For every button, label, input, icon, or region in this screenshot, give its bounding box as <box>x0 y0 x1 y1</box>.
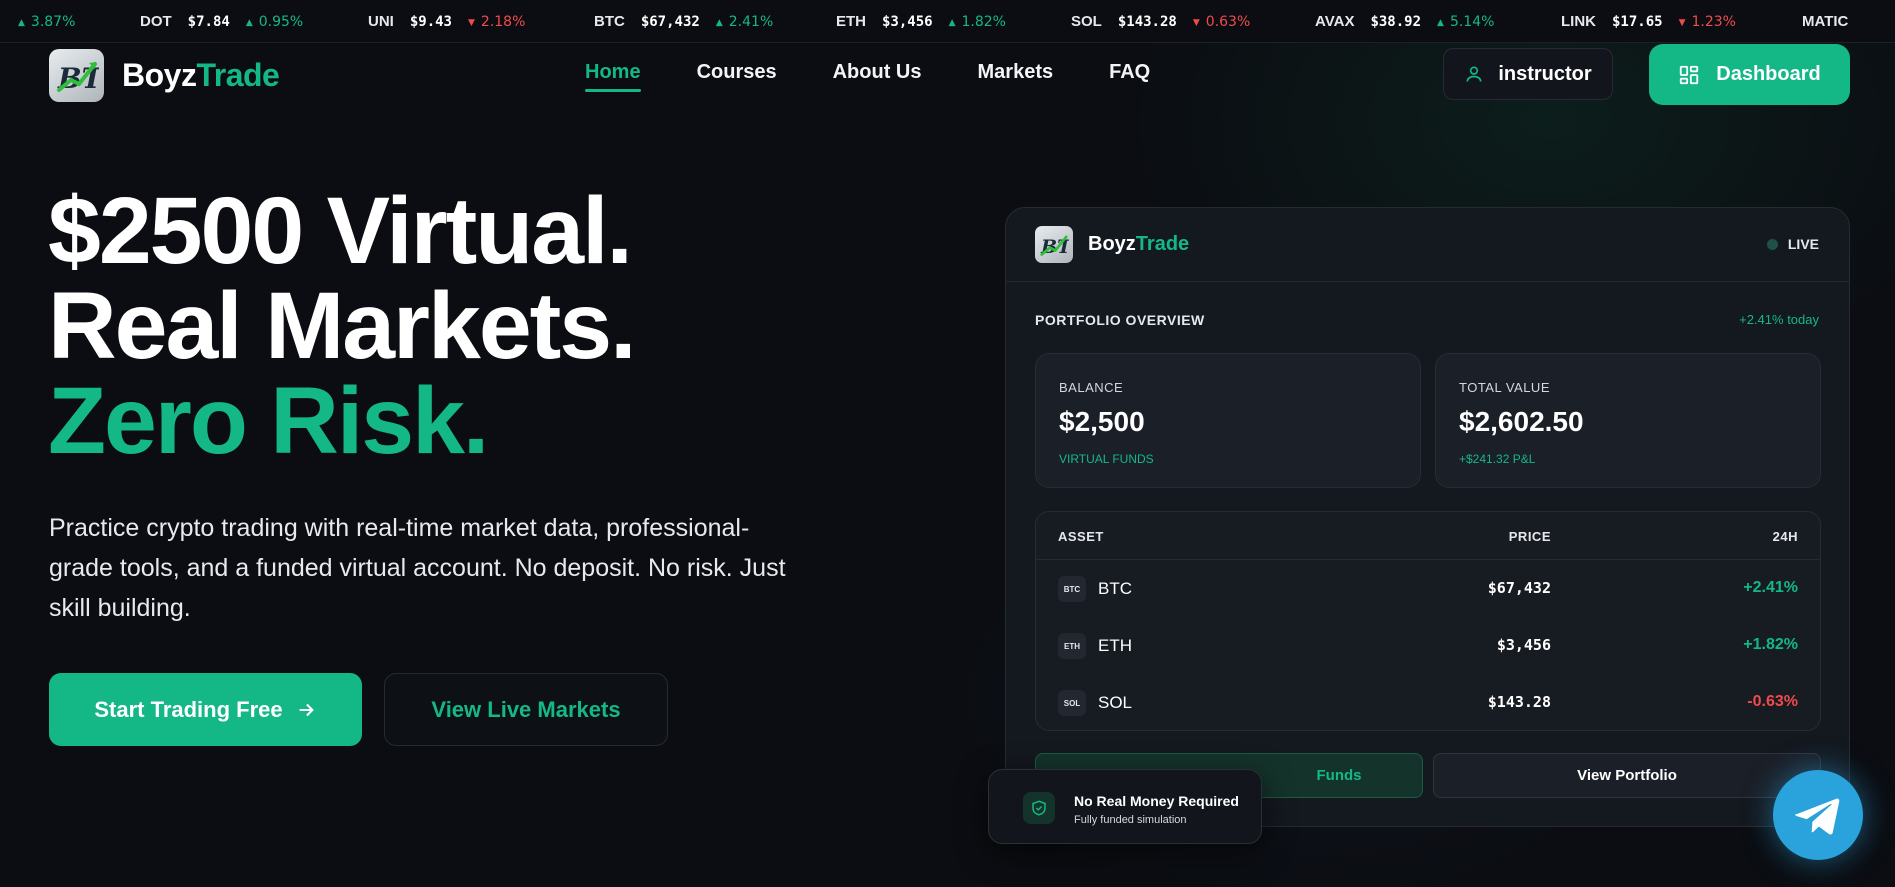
nav-about-us[interactable]: About Us <box>833 61 922 90</box>
telegram-button[interactable] <box>1773 770 1863 860</box>
hero-subtitle: Practice crypto trading with real-time m… <box>49 514 786 622</box>
asset-table: ASSET PRICE 24H BTC BTC $67,432 +2.41% E… <box>1035 511 1821 731</box>
hero-line-3: Zero Risk. <box>48 368 489 474</box>
ticker-item: MATIC <box>1802 13 1849 30</box>
logo-mark-icon: BT <box>1035 226 1073 263</box>
nav-faq[interactable]: FAQ <box>1109 61 1150 90</box>
brand-logo[interactable]: BT BoyzTrade <box>49 49 280 102</box>
coin-badge: BTC <box>1058 576 1086 602</box>
nav-links: Home Courses About Us Markets FAQ <box>585 61 1206 92</box>
hero-headline: $2500 Virtual. Real Markets. Zero Risk. <box>48 178 637 474</box>
ticker-item: BTC $67,432 ▲ 2.41% <box>594 13 774 30</box>
live-dot-icon <box>1766 238 1778 250</box>
grid-icon <box>1680 65 1699 84</box>
portfolio-preview-card: BT BoyzTrade LIVE PORTFOLIO OVERVIEW +2.… <box>1005 207 1850 827</box>
table-row[interactable]: SOL SOL $143.28 -0.63% <box>1036 674 1820 730</box>
table-row[interactable]: BTC BTC $67,432 +2.41% <box>1036 560 1820 616</box>
user-account-button[interactable]: instructor <box>1443 48 1613 100</box>
ticker-item: ▲ 3.87% <box>18 13 76 30</box>
user-icon <box>1466 66 1482 82</box>
ticker-item: DOT $7.84 ▲ 0.95% <box>140 13 304 30</box>
start-trading-label: Start Trading Free <box>94 696 283 722</box>
dashboard-button[interactable]: Dashboard <box>1649 44 1850 105</box>
logo-mark-icon: BT <box>49 49 104 102</box>
toast-subtitle: Fully funded simulation <box>1074 814 1187 826</box>
no-real-money-toast: No Real Money Required Fully funded simu… <box>988 769 1262 844</box>
card-brand-name: BoyzTrade <box>1088 233 1190 255</box>
balance-stat: BALANCE $2,500 VIRTUAL FUNDS <box>1035 353 1421 488</box>
ticker-item: ETH $3,456 ▲ 1.82% <box>836 13 1006 30</box>
view-portfolio-button[interactable]: View Portfolio <box>1433 753 1821 798</box>
toast-title: No Real Money Required <box>1074 793 1239 809</box>
user-name: instructor <box>1498 62 1592 85</box>
live-indicator: LIVE <box>1766 236 1819 252</box>
telegram-icon <box>1795 798 1840 835</box>
dashboard-label: Dashboard <box>1716 63 1821 85</box>
main-nav: BT BoyzTrade Home Courses About Us Marke… <box>0 43 1895 108</box>
nav-markets[interactable]: Markets <box>978 61 1054 90</box>
total-value-stat: TOTAL VALUE $2,602.50 +$241.32 P&L <box>1435 353 1821 488</box>
nav-courses[interactable]: Courses <box>697 61 777 90</box>
price-ticker: ▲ 3.87% DOT $7.84 ▲ 0.95% UNI $9.43 ▼ 2.18%… <box>0 0 1895 43</box>
view-live-markets-button[interactable]: View Live Markets <box>384 673 668 746</box>
coin-badge: SOL <box>1058 690 1086 716</box>
asset-table-header: ASSET PRICE 24H <box>1036 512 1820 560</box>
shield-check-icon <box>1023 792 1055 824</box>
brand-name: BoyzTrade <box>122 57 280 93</box>
ticker-item: LINK $17.65 ▼ 1.23% <box>1561 13 1736 30</box>
hero-line-2: Real Markets. <box>48 273 637 379</box>
ticker-item: UNI $9.43 ▼ 2.18% <box>368 13 526 30</box>
today-change: +2.41% today <box>1739 312 1819 327</box>
nav-home[interactable]: Home <box>585 61 641 92</box>
total-value: $2,602.50 <box>1459 406 1584 437</box>
card-brand: BT BoyzTrade <box>1035 226 1189 263</box>
coin-badge: ETH <box>1058 633 1086 659</box>
start-trading-button[interactable]: Start Trading Free <box>49 673 362 746</box>
ticker-item: SOL $143.28 ▼ 0.63% <box>1071 13 1251 30</box>
table-row[interactable]: ETH ETH $3,456 +1.82% <box>1036 617 1820 673</box>
hero-line-1: $2500 Virtual. <box>48 178 633 284</box>
ticker-item: AVAX $38.92 ▲ 5.14% <box>1315 13 1495 30</box>
balance-value: $2,500 <box>1059 406 1145 437</box>
card-header: BT BoyzTrade LIVE <box>1006 208 1849 282</box>
arrow-right-icon <box>299 703 314 716</box>
portfolio-overview-title: PORTFOLIO OVERVIEW <box>1035 312 1205 328</box>
